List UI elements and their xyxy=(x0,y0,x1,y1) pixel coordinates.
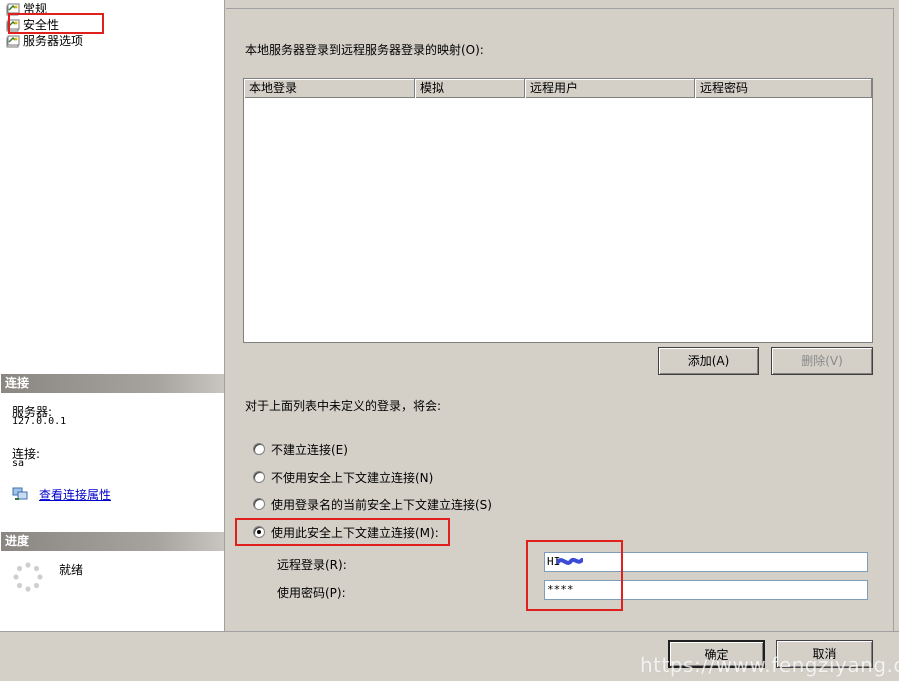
undefined-logins-title: 对于上面列表中未定义的登录，将会: xyxy=(245,399,442,413)
column-header-remote-password[interactable]: 远程密码 xyxy=(695,79,872,98)
radio-button[interactable] xyxy=(253,498,265,510)
table-header: 本地登录 模拟 远程用户 远程密码 xyxy=(244,79,872,98)
login-value: sa xyxy=(12,458,25,469)
annotation-box-option xyxy=(235,518,450,546)
annotation-box-credentials xyxy=(526,540,623,611)
server-value: 127.0.0.1 xyxy=(12,416,67,427)
nav-item-server-options[interactable]: 服务器选项 xyxy=(6,33,83,49)
page-icon xyxy=(6,35,20,48)
radio-button[interactable] xyxy=(253,443,265,455)
top-divider xyxy=(226,8,894,9)
mapping-title: 本地服务器登录到远程服务器登录的映射(O): xyxy=(245,43,484,57)
login-mapping-table[interactable]: 本地登录 模拟 远程用户 远程密码 xyxy=(243,78,873,343)
option-label: 使用登录名的当前安全上下文建立连接(S) xyxy=(271,497,492,512)
footer-divider xyxy=(0,631,899,632)
network-connection-icon xyxy=(12,487,28,504)
remote-login-label: 远程登录(R): xyxy=(277,558,347,572)
password-label: 使用密码(P): xyxy=(277,586,346,600)
left-pane: 常规 安全性 服务器选项 连接 服务器: 127.0.0.1 连接: sa 查看… xyxy=(0,0,225,631)
column-header-local-login[interactable]: 本地登录 xyxy=(244,79,415,98)
right-divider xyxy=(893,8,894,631)
column-header-remote-user[interactable]: 远程用户 xyxy=(525,79,695,98)
nav-item-label: 服务器选项 xyxy=(23,34,84,48)
option-no-security-context[interactable]: 不使用安全上下文建立连接(N) xyxy=(253,469,433,485)
option-login-current-context[interactable]: 使用登录名的当前安全上下文建立连接(S) xyxy=(253,496,492,512)
radio-button[interactable] xyxy=(253,471,265,483)
option-label: 不使用安全上下文建立连接(N) xyxy=(271,470,434,485)
add-button[interactable]: 添加(A) xyxy=(658,347,759,375)
progress-status: 就绪 xyxy=(59,563,84,577)
option-label: 不建立连接(E) xyxy=(271,442,348,457)
annotation-box-security xyxy=(8,13,104,34)
watermark: https://www.fengziyang.cn xyxy=(640,653,899,677)
option-no-connection[interactable]: 不建立连接(E) xyxy=(253,441,348,457)
column-header-impersonate[interactable]: 模拟 xyxy=(415,79,525,98)
progress-section-header: 进度 xyxy=(1,532,224,551)
spinner-icon xyxy=(12,561,44,596)
view-connection-properties-link[interactable]: 查看连接属性 xyxy=(39,486,111,503)
remove-button[interactable]: 删除(V) xyxy=(771,347,873,375)
connection-section-header: 连接 xyxy=(1,374,224,393)
